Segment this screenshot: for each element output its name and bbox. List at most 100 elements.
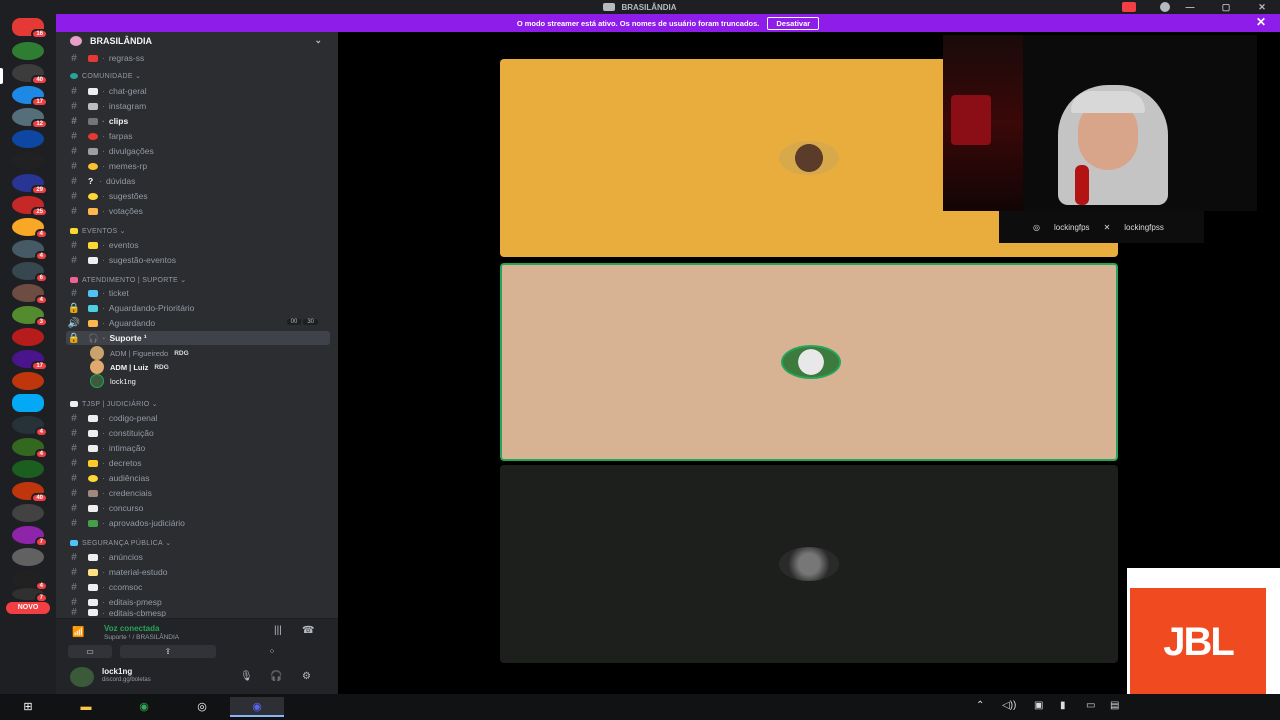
category-tjsp[interactable]: TJSP | JUDICIÁRIO ⌄	[70, 400, 158, 408]
server-icon[interactable]: 25	[12, 196, 48, 217]
server-header[interactable]: BRASILÂNDIA ⌄	[56, 32, 338, 50]
obs-icon[interactable]: ◎	[182, 697, 222, 717]
disconnect-icon[interactable]: ☎	[302, 625, 314, 636]
channel-credenciais[interactable]: # · credenciais	[66, 486, 330, 500]
server-icon[interactable]: 29	[12, 174, 48, 195]
server-icon[interactable]: 4	[12, 416, 48, 437]
participant-tile-speaking[interactable]	[500, 263, 1118, 461]
channel-duvidas[interactable]: #? · dúvidas	[66, 174, 330, 188]
server-icon[interactable]	[12, 130, 44, 148]
server-icon[interactable]	[12, 460, 44, 478]
channel-memes[interactable]: # · memes-rp	[66, 159, 330, 173]
channel-audiencias[interactable]: # · audiências	[66, 471, 330, 485]
server-icon[interactable]: 4	[12, 240, 48, 261]
discord-taskbar-icon[interactable]: ◉	[230, 697, 284, 717]
server-icon[interactable]: 6	[12, 262, 48, 283]
channel-aguardando[interactable]: 🔊 · Aguardando 00 30	[66, 316, 330, 330]
server-icon[interactable]: 7	[12, 526, 48, 547]
screen-share-button[interactable]: ⇪	[120, 645, 216, 658]
server-icon[interactable]: 40	[12, 64, 48, 85]
server-icon[interactable]: 7	[12, 588, 48, 603]
channel-divulgacoes[interactable]: # · divulgações	[66, 144, 330, 158]
voice-user[interactable]: lock1ng	[90, 374, 136, 388]
windows-start-icon[interactable]: ⊞	[8, 697, 48, 717]
channel-codigo-penal[interactable]: # · codigo-penal	[66, 411, 330, 425]
maximize-button[interactable]: ▢	[1208, 0, 1244, 14]
chevron-down-icon[interactable]: ⌄	[314, 35, 322, 46]
channel-anuncios[interactable]: # · anúncios	[66, 550, 330, 564]
channel-sugestoes[interactable]: # · sugestões	[66, 189, 330, 203]
signal-icon[interactable]: 📶	[72, 627, 84, 638]
channel-name: Aguardando	[108, 318, 156, 328]
help-icon[interactable]	[1160, 2, 1170, 12]
channel-constituicao[interactable]: # · constituição	[66, 426, 330, 440]
channel-concurso[interactable]: # · concurso	[66, 501, 330, 515]
new-badge[interactable]: NOVO	[6, 602, 50, 614]
channel-instagram[interactable]: # · instagram	[66, 99, 330, 113]
channel-editais-cbmesp[interactable]: # · editais-cbmesp	[66, 608, 330, 617]
server-icon[interactable]: 40	[12, 482, 48, 503]
server-icon[interactable]	[12, 394, 44, 412]
channel-name: credenciais	[108, 488, 152, 498]
chevron-up-icon[interactable]: ⌃	[976, 700, 984, 711]
channel-suporte[interactable]: 🔒 🎧 · Suporte ¹	[66, 331, 330, 345]
tray-icon[interactable]: ▭	[1086, 700, 1095, 711]
tray-icon[interactable]: ▣	[1034, 700, 1043, 711]
channel-sugestao-eventos[interactable]: # · sugestão-eventos	[66, 253, 330, 267]
channel-aprovados[interactable]: # · aprovados-judiciário	[66, 516, 330, 530]
channel-farpas[interactable]: # · farpas	[66, 129, 330, 143]
tray-icon[interactable]: ▤	[1110, 700, 1119, 711]
dismiss-banner-icon[interactable]: ✕	[1256, 15, 1266, 29]
headset-icon[interactable]: 🎧	[270, 671, 282, 682]
server-icon[interactable]	[12, 152, 44, 170]
server-icon[interactable]	[12, 504, 44, 522]
file-explorer-icon[interactable]: ▬	[66, 697, 106, 717]
noise-suppression-icon[interactable]: |||	[274, 625, 282, 636]
server-icon[interactable]: 4	[12, 284, 48, 305]
tray-icon[interactable]: ▮	[1060, 700, 1066, 711]
server-icon[interactable]: 4	[12, 438, 48, 459]
close-window-button[interactable]: ✕	[1244, 0, 1280, 14]
category-eventos[interactable]: EVENTOS ⌄	[70, 227, 126, 235]
voice-user[interactable]: ADM | Figueiredo RDG	[90, 346, 189, 360]
camera-button[interactable]: ▭	[68, 645, 112, 658]
avatar[interactable]	[70, 667, 94, 687]
gear-icon[interactable]: ⚙	[302, 671, 311, 682]
inbox-icon[interactable]	[1122, 2, 1136, 12]
server-icon[interactable]	[12, 42, 44, 60]
channel-editais-pmesp[interactable]: # · editais-pmesp	[66, 595, 330, 609]
server-icon[interactable]	[12, 372, 44, 390]
channel-intimacao[interactable]: # · intimação	[66, 441, 330, 455]
minimize-button[interactable]: —	[1172, 0, 1208, 14]
server-icon[interactable]: 4	[12, 570, 48, 591]
volume-icon[interactable]: ◁))	[1002, 700, 1016, 711]
category-atendimento[interactable]: ATENDIMENTO | SUPORTE ⌄	[70, 276, 186, 284]
category-comunidade[interactable]: COMUNIDADE ⌄	[70, 72, 141, 80]
server-icon[interactable]: 17	[12, 350, 48, 371]
activities-button[interactable]: ⁘	[224, 645, 320, 658]
channel-material-estudo[interactable]: # · material-estudo	[66, 565, 330, 579]
channel-regras[interactable]: # · regras-ss	[66, 51, 330, 65]
voice-user[interactable]: ADM | Luiz RDG	[90, 360, 169, 374]
server-icon[interactable]: 12	[12, 108, 48, 129]
category-seguranca[interactable]: SEGURANÇA PÚBLICA ⌄	[70, 539, 171, 547]
channel-ticket[interactable]: # · ticket	[66, 286, 330, 300]
channel-aguardando-prioritario[interactable]: 🔒 · Aguardando-Prioritário	[66, 301, 330, 315]
server-icon[interactable]: 4	[12, 218, 48, 239]
microphone-icon[interactable]: 🎙	[240, 671, 253, 682]
voice-location[interactable]: Suporte ¹ / BRASILÂNDIA	[104, 634, 179, 641]
disable-streamer-button[interactable]: Desativar	[767, 16, 820, 30]
chrome-icon[interactable]: ◉	[124, 697, 164, 717]
server-icon[interactable]: 17	[12, 86, 48, 107]
channel-clips[interactable]: # · clips	[66, 114, 330, 128]
server-icon[interactable]	[12, 548, 44, 566]
channel-ccomsoc[interactable]: # · ccomsoc	[66, 580, 330, 594]
direct-messages-icon[interactable]: 16	[12, 18, 48, 39]
participant-tile[interactable]	[500, 465, 1118, 663]
channel-votacoes[interactable]: # · votações	[66, 204, 330, 218]
channel-chat-geral[interactable]: # · chat-geral	[66, 84, 330, 98]
server-icon[interactable]: 3	[12, 306, 48, 327]
channel-eventos[interactable]: # · eventos	[66, 238, 330, 252]
channel-decretos[interactable]: # · decretos	[66, 456, 330, 470]
server-icon[interactable]	[12, 328, 44, 346]
